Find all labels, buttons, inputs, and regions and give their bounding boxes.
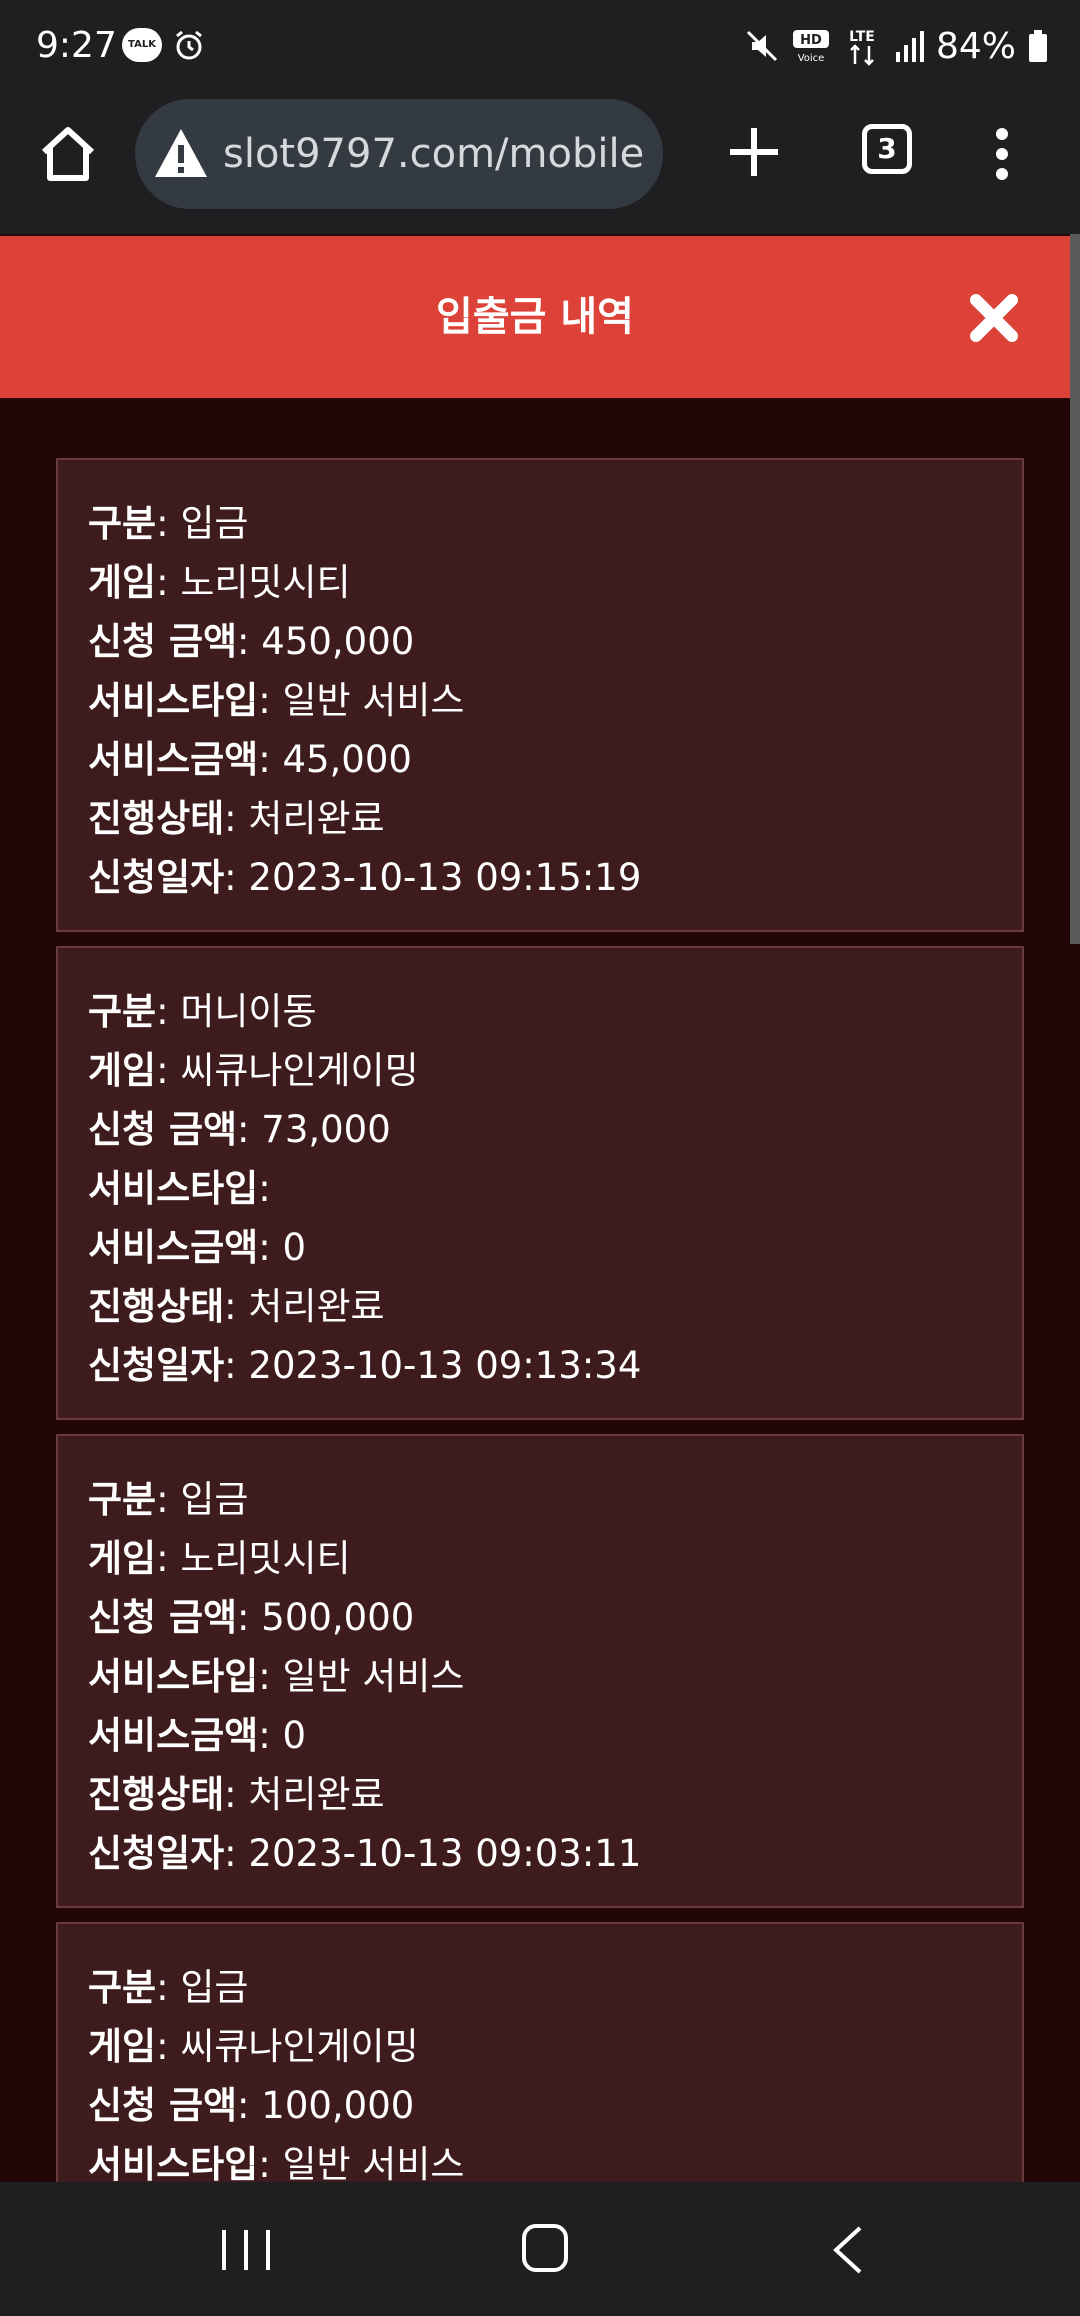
svg-text:LTE: LTE xyxy=(849,29,875,45)
more-vert-icon[interactable] xyxy=(982,122,1022,186)
date-row: 신청일자: 2023-10-13 09:03:11 xyxy=(88,1832,642,1875)
amount-row: 신청 금액: 100,000 xyxy=(88,2084,415,2127)
hd-voice-icon: HD Voice xyxy=(792,30,829,64)
battery-percent: 84% xyxy=(935,25,1016,67)
type-row: 구분: 입금 xyxy=(88,502,249,545)
home-icon[interactable] xyxy=(520,2222,570,2274)
amount-row: 신청 금액: 73,000 xyxy=(88,1108,391,1151)
svg-text:HD: HD xyxy=(800,33,822,48)
status-time: 9:27 xyxy=(36,25,117,66)
svg-text:Voice: Voice xyxy=(798,53,825,64)
date-row: 신청일자: 2023-10-13 09:15:19 xyxy=(88,856,642,899)
tabs-icon[interactable]: 3 xyxy=(862,124,912,174)
type-row: 구분: 입금 xyxy=(88,1478,249,1521)
battery-icon xyxy=(1029,30,1047,62)
plus-icon[interactable] xyxy=(722,120,786,184)
service-type-row: 서비스타입: xyxy=(88,1167,271,1210)
transaction-card: 구분: 머니이동 게임: 씨큐나인게이밍 신청 금액: 73,000 서비스타입… xyxy=(56,946,1024,1420)
date-row: 신청일자: 2023-10-13 09:13:34 xyxy=(88,1344,642,1387)
game-row: 게임: 씨큐나인게이밍 xyxy=(88,2025,419,2068)
transaction-card: 구분: 입금 게임: 노리밋시티 신청 금액: 450,000 서비스타입: 일… xyxy=(56,458,1024,932)
lte-icon: LTE xyxy=(849,29,875,66)
amount-row: 신청 금액: 450,000 xyxy=(88,620,415,663)
modal-header: 입출금 내역 xyxy=(0,236,1070,398)
mute-icon xyxy=(746,30,778,62)
home-icon[interactable] xyxy=(36,122,100,186)
service-type-row: 서비스타입: 일반 서비스 xyxy=(88,2143,465,2182)
service-amount-row: 서비스금액: 0 xyxy=(88,1714,306,1757)
service-type-row: 서비스타입: 일반 서비스 xyxy=(88,1655,465,1698)
web-page: 입출금 내역 구분: 입금 게임: 노리밋시티 신청 금액: 450,000 서… xyxy=(0,234,1080,2182)
url-text[interactable]: slot9797.com/mobile xyxy=(223,99,644,209)
status-row: 진행상태: 처리완료 xyxy=(88,797,385,840)
kakaotalk-icon: TALK xyxy=(122,28,162,62)
game-row: 게임: 노리밋시티 xyxy=(88,561,351,604)
transaction-list: 구분: 입금 게임: 노리밋시티 신청 금액: 450,000 서비스타입: 일… xyxy=(56,458,1024,2182)
close-icon[interactable] xyxy=(966,290,1022,346)
type-row: 구분: 머니이동 xyxy=(88,990,317,1033)
warning-icon[interactable] xyxy=(153,127,209,179)
browser-toolbar: slot9797.com/mobile 3 xyxy=(0,92,1080,234)
service-amount-row: 서비스금액: 0 xyxy=(88,1226,306,1269)
signal-icon xyxy=(895,31,924,62)
navigation-bar xyxy=(0,2182,1080,2316)
game-row: 게임: 노리밋시티 xyxy=(88,1537,351,1580)
status-row: 진행상태: 처리완료 xyxy=(88,1285,385,1328)
service-amount-row: 서비스금액: 45,000 xyxy=(88,738,412,781)
service-type-row: 서비스타입: 일반 서비스 xyxy=(88,679,465,722)
status-right: HD Voice LTE 84% xyxy=(744,20,1048,72)
transaction-card: 구분: 입금 게임: 씨큐나인게이밍 신청 금액: 100,000 서비스타입:… xyxy=(56,1922,1024,2182)
scrollbar[interactable] xyxy=(1070,234,1080,944)
recent-apps-icon[interactable] xyxy=(218,2226,274,2274)
status-row: 진행상태: 처리완료 xyxy=(88,1773,385,1816)
url-bar[interactable]: slot9797.com/mobile xyxy=(135,99,663,209)
alarm-icon xyxy=(176,30,202,60)
game-row: 게임: 씨큐나인게이밍 xyxy=(88,1049,419,1092)
amount-row: 신청 금액: 500,000 xyxy=(88,1596,415,1639)
transaction-card: 구분: 입금 게임: 노리밋시티 신청 금액: 500,000 서비스타입: 일… xyxy=(56,1434,1024,1908)
status-bar: 9:27 TALK HD Voice LTE 84% xyxy=(0,0,1080,92)
back-icon[interactable] xyxy=(830,2224,866,2276)
modal-title: 입출금 내역 xyxy=(436,294,634,340)
type-row: 구분: 입금 xyxy=(88,1966,249,2009)
